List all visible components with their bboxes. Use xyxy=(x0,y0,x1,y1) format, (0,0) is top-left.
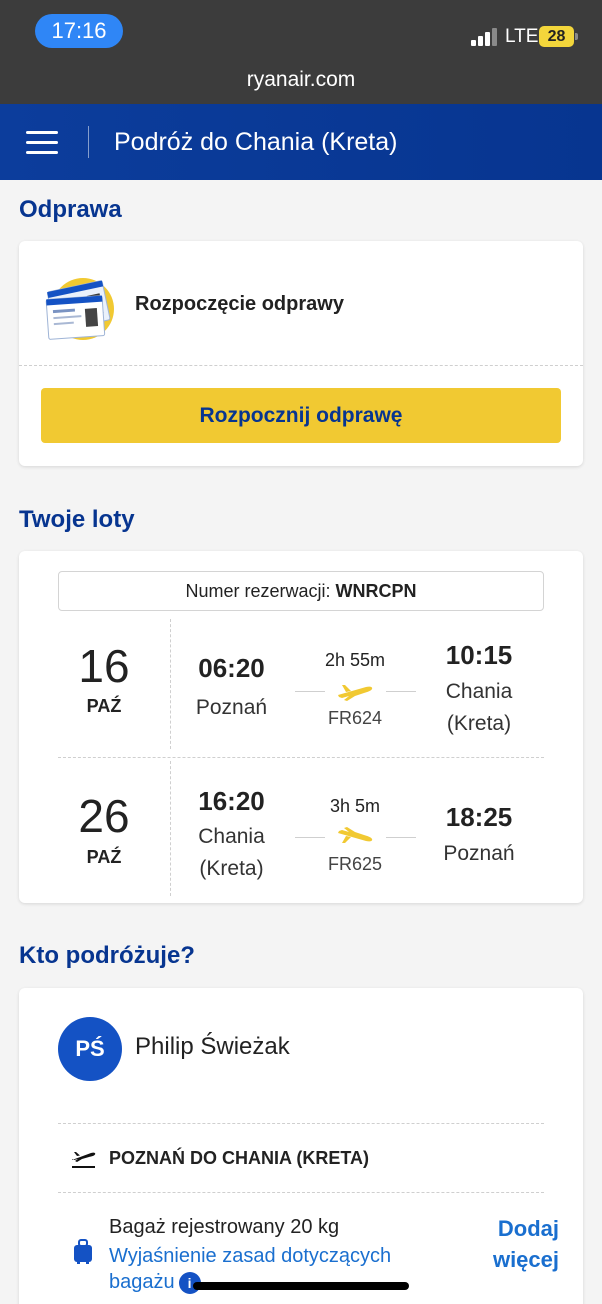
flight-number: FR624 xyxy=(327,708,383,728)
divider xyxy=(58,1192,544,1193)
divider xyxy=(295,837,325,838)
departure-city: Poznań xyxy=(195,696,268,719)
network-label: LTE xyxy=(505,26,539,47)
divider xyxy=(19,365,583,366)
divider xyxy=(295,691,325,692)
departure-time: 06:20 xyxy=(198,653,265,683)
travellers-section-title: Kto podróżuje? xyxy=(19,942,195,969)
flight-number: FR625 xyxy=(327,854,383,874)
flight-duration: 3h 5m xyxy=(329,796,381,816)
flight-month: PAŹ xyxy=(86,696,122,716)
plane-arrival-icon xyxy=(338,827,373,843)
home-indicator xyxy=(193,1282,409,1290)
boarding-pass-icon xyxy=(45,278,114,340)
flight-duration: 2h 55m xyxy=(324,650,386,670)
baggage-text: Bagaż rejestrowany 20 kg xyxy=(109,1216,340,1238)
battery-level: 28 xyxy=(539,26,574,47)
arrival-city: Poznań xyxy=(443,842,515,865)
add-more-button[interactable]: Dodaj więcej xyxy=(459,1213,559,1275)
divider xyxy=(58,757,544,758)
traveller-card: PŚ Philip Świeżak POZNAŃ DO CHANIA (KRET… xyxy=(19,988,583,1304)
divider xyxy=(386,691,416,692)
arrival-time: 18:25 xyxy=(445,802,513,832)
start-checkin-button[interactable]: Rozpocznij odprawę xyxy=(41,388,561,443)
flight-day: 26 xyxy=(78,790,130,842)
passenger-name: Philip Świeżak xyxy=(135,1033,290,1060)
checkin-card: Rozpoczęcie odprawy Rozpocznij odprawę xyxy=(19,241,583,466)
avatar: PŚ xyxy=(58,1017,122,1081)
departure-time: 16:20 xyxy=(198,786,265,816)
battery-icon: 28 xyxy=(539,26,578,47)
plane-departure-icon xyxy=(72,1152,96,1168)
page-title: Podróż do Chania (Kreta) xyxy=(114,128,398,156)
signal-icon xyxy=(471,28,497,46)
divider xyxy=(386,837,416,838)
suitcase-icon xyxy=(74,1239,92,1264)
booking-code: WNRCPN xyxy=(335,580,417,601)
divider xyxy=(58,1123,544,1124)
flights-card: Numer rezerwacji: WNRCPN 16 PAŹ 06:20 Po… xyxy=(19,551,583,903)
status-bar: 17:16 LTE 28 ryanair.com xyxy=(0,0,602,104)
flight-month: PAŹ xyxy=(86,847,122,867)
route-label: POZNAŃ DO CHANIA (KRETA) xyxy=(109,1148,369,1168)
header-divider xyxy=(88,126,89,158)
checkin-label: Rozpoczęcie odprawy xyxy=(135,293,344,315)
arrival-city: Chania (Kreta) xyxy=(445,680,513,735)
page-header: Podróż do Chania (Kreta) xyxy=(0,104,602,180)
checkin-section-title: Odprawa xyxy=(19,196,122,223)
plane-departure-icon xyxy=(338,685,373,701)
booking-reference: Numer rezerwacji: WNRCPN xyxy=(58,571,544,611)
status-time: 17:16 xyxy=(35,14,123,48)
hamburger-menu-icon[interactable] xyxy=(26,131,58,155)
departure-city: Chania (Kreta) xyxy=(198,825,265,880)
divider xyxy=(170,761,171,896)
flight-day: 16 xyxy=(78,640,130,692)
browser-url[interactable]: ryanair.com xyxy=(0,68,602,92)
flights-section-title: Twoje loty xyxy=(19,506,135,533)
booking-label: Numer rezerwacji: xyxy=(185,580,331,601)
divider xyxy=(170,619,171,749)
arrival-time: 10:15 xyxy=(445,640,513,670)
